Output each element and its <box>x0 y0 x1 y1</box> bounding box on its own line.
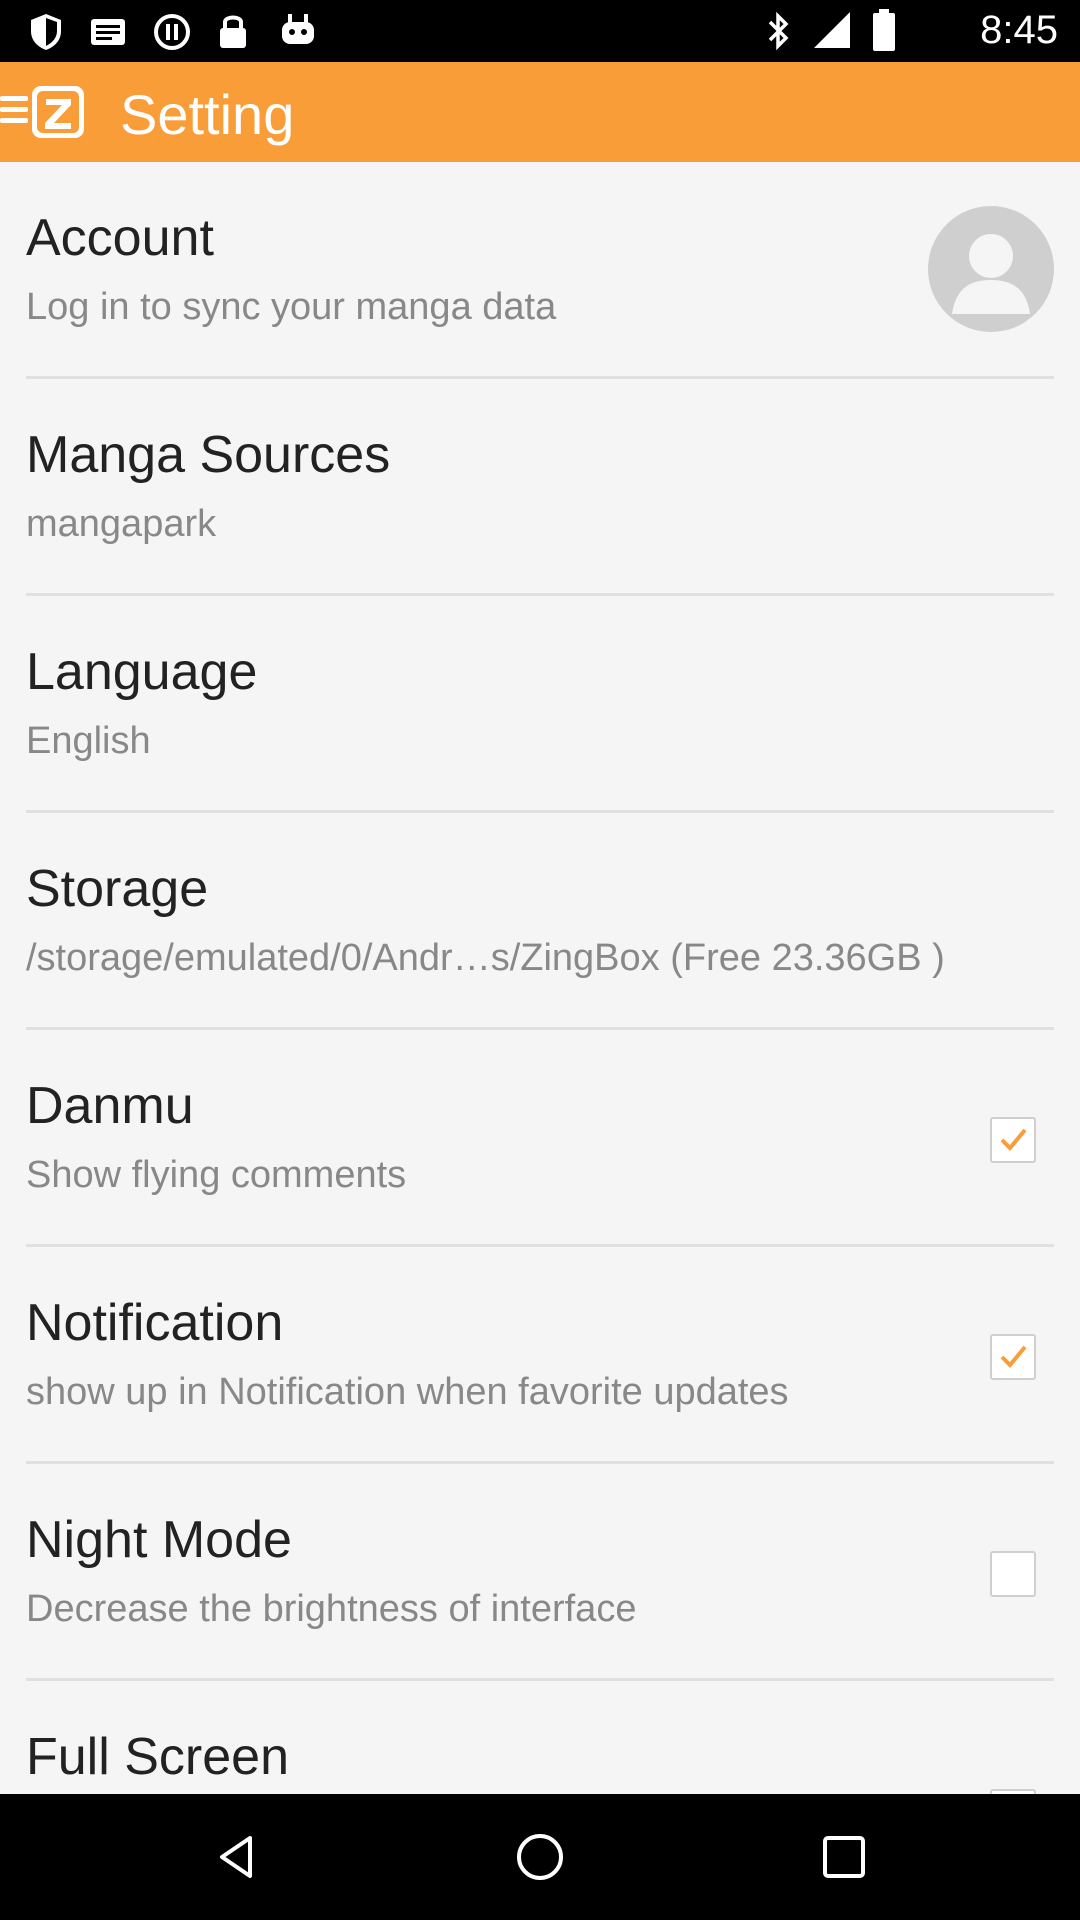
setting-subtitle: /storage/emulated/0/Andr…s/ZingBox (Free… <box>26 937 945 979</box>
checkmark-icon <box>1000 1128 1027 1151</box>
home-icon[interactable] <box>515 1832 565 1882</box>
setting-full-screen[interactable]: Full Screen <box>26 1681 1054 1794</box>
setting-title: Notification <box>26 1294 284 1352</box>
android-icon <box>282 14 314 44</box>
app-bar: Setting <box>0 62 1080 162</box>
setting-manga-sources[interactable]: Manga Sources mangapark <box>26 379 1054 596</box>
shield-icon <box>31 14 61 50</box>
setting-title: Night Mode <box>26 1511 292 1569</box>
app-logo-icon[interactable] <box>30 84 86 140</box>
night-mode-checkbox[interactable] <box>990 1551 1036 1597</box>
setting-subtitle: Decrease the brightness of interface <box>26 1588 637 1630</box>
setting-subtitle: Show flying comments <box>26 1154 407 1196</box>
setting-title: Language <box>26 643 258 701</box>
notification-checkbox[interactable] <box>990 1334 1036 1380</box>
status-bar: 8:45 <box>0 0 1080 62</box>
menu-icon[interactable] <box>0 88 30 132</box>
sync-icon <box>154 14 190 50</box>
lock-icon <box>220 15 246 48</box>
battery-icon <box>873 9 895 51</box>
setting-subtitle: show up in Notification when favorite up… <box>26 1371 789 1413</box>
signal-icon <box>814 12 850 48</box>
setting-title: Danmu <box>26 1077 194 1135</box>
message-icon <box>91 19 125 45</box>
setting-title: Storage <box>26 860 209 918</box>
page-title: Setting <box>120 83 295 146</box>
setting-language[interactable]: Language English <box>26 596 1054 813</box>
avatar[interactable] <box>928 206 1054 332</box>
bluetooth-icon <box>768 12 789 50</box>
setting-danmu[interactable]: Danmu Show flying comments <box>26 1030 1054 1247</box>
setting-title: Full Screen <box>26 1728 289 1786</box>
setting-storage[interactable]: Storage /storage/emulated/0/Andr…s/ZingB… <box>26 813 1054 1030</box>
setting-notification[interactable]: Notification show up in Notification whe… <box>26 1247 1054 1464</box>
recents-icon[interactable] <box>819 1832 869 1882</box>
status-time: 8:45 <box>980 8 1058 52</box>
setting-night-mode[interactable]: Night Mode Decrease the brightness of in… <box>26 1464 1054 1681</box>
setting-title: Manga Sources <box>26 426 391 484</box>
setting-account[interactable]: Account Log in to sync your manga data <box>26 162 1054 379</box>
checkmark-icon <box>1000 1345 1027 1368</box>
setting-subtitle: mangapark <box>26 503 217 545</box>
navigation-bar <box>0 1794 1080 1920</box>
setting-subtitle: Log in to sync your manga data <box>26 286 557 328</box>
back-icon[interactable] <box>212 1832 262 1882</box>
setting-subtitle: English <box>26 720 151 762</box>
settings-list: Account Log in to sync your manga data M… <box>0 162 1080 1794</box>
danmu-checkbox[interactable] <box>990 1117 1036 1163</box>
setting-title: Account <box>26 209 214 267</box>
user-icon <box>952 234 1030 314</box>
